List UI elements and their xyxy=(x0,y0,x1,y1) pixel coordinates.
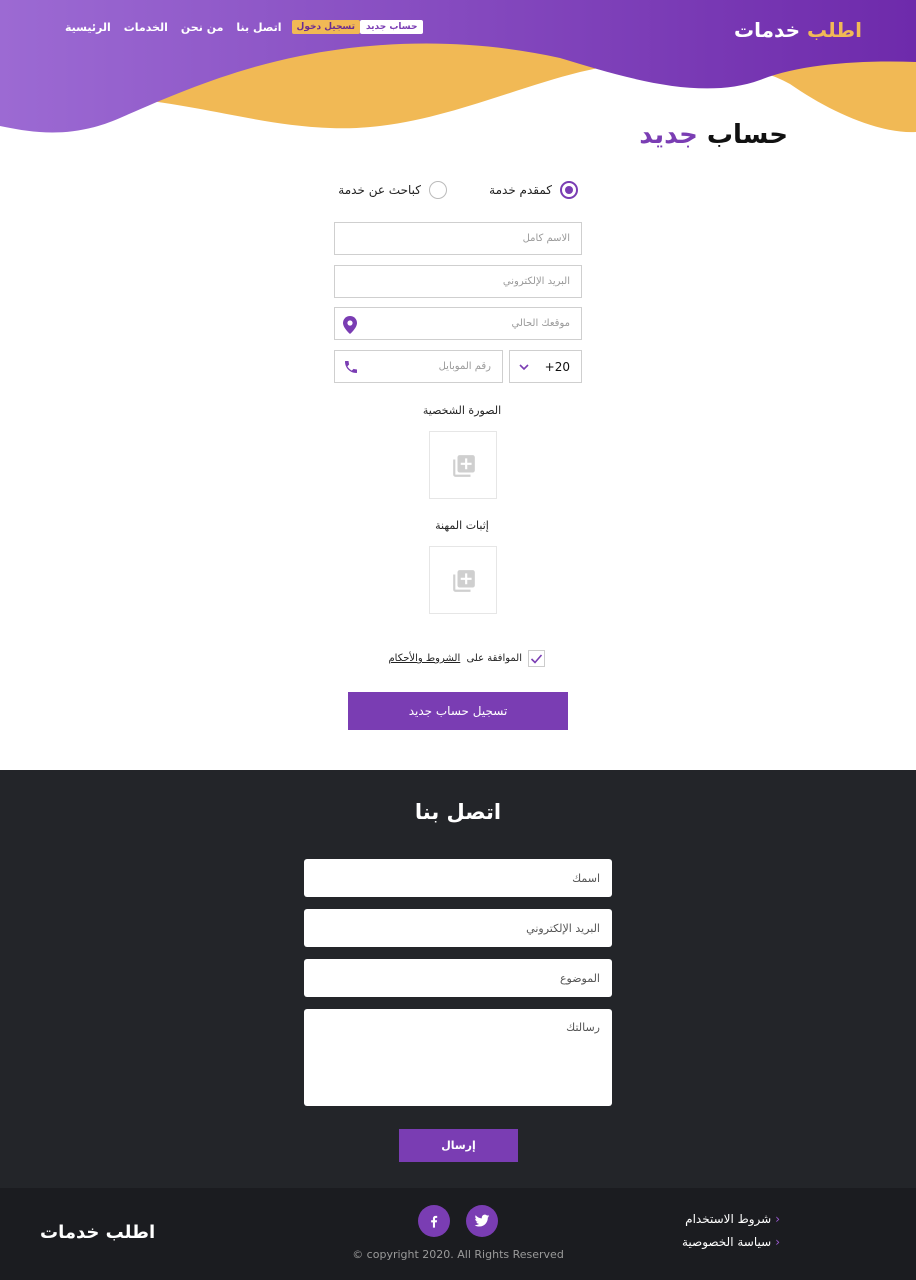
radio-service-provider[interactable]: كمقدم خدمة xyxy=(489,181,578,199)
radio-circle xyxy=(429,181,447,199)
radio-service-seeker[interactable]: كباحث عن خدمة xyxy=(338,181,447,199)
profile-photo-upload[interactable] xyxy=(429,431,497,499)
nav-home[interactable]: الرئيسية xyxy=(65,21,111,34)
profile-photo-label: الصورة الشخصية xyxy=(422,404,502,417)
contact-title: اتصل بنا xyxy=(414,800,502,824)
contact-message-textarea[interactable]: رسالتك xyxy=(304,1009,612,1106)
footer-link-terms-label: شروط الاستخدام xyxy=(685,1212,772,1226)
register-button[interactable]: حساب جديد xyxy=(359,20,424,34)
email-placeholder: البريد الإلكتروني xyxy=(502,276,570,287)
terms-link[interactable]: الشروط والأحكام xyxy=(388,653,460,664)
check-icon xyxy=(530,654,543,664)
brand-word-1: اطلب xyxy=(806,18,862,42)
full-name-placeholder: الاسم كامل xyxy=(522,233,570,244)
send-button[interactable]: إرسال xyxy=(399,1129,518,1162)
terms-agreement: الموافقة على الشروط والأحكام xyxy=(383,650,545,667)
add-photo-icon xyxy=(453,455,475,477)
footer: اطلب خدمات © copyright 2020. All Rights … xyxy=(0,1188,916,1280)
add-photo-icon xyxy=(453,570,475,592)
title-word-1: حساب xyxy=(706,120,788,150)
main-nav: الرئيسية الخدمات من نحن اتصل بنا تسجيل د… xyxy=(52,20,424,34)
chevron-left-icon: ‹ xyxy=(775,1235,780,1249)
register-submit-button[interactable]: تسجيل حساب جديد xyxy=(348,692,568,730)
contact-subject-input[interactable]: الموضوع xyxy=(304,959,612,997)
footer-link-terms[interactable]: ‹ شروط الاستخدام xyxy=(685,1212,780,1226)
contact-name-placeholder: اسمك xyxy=(572,871,600,885)
mobile-input[interactable]: رقم الموبايل xyxy=(334,350,503,383)
contact-subject-placeholder: الموضوع xyxy=(559,971,600,985)
title-word-2: جديد xyxy=(639,120,698,150)
radio-label-provider: كمقدم خدمة xyxy=(489,183,552,197)
footer-link-privacy-label: سياسة الخصوصية xyxy=(681,1235,772,1249)
footer-link-privacy[interactable]: ‹ سياسة الخصوصية xyxy=(682,1235,780,1249)
brand-logo[interactable]: اطلب خدمات xyxy=(734,18,862,42)
contact-message-placeholder: رسالتك xyxy=(566,1021,600,1034)
radio-label-seeker: كباحث عن خدمة xyxy=(338,183,421,197)
terms-prefix: الموافقة على xyxy=(466,653,522,664)
contact-email-placeholder: البريد الإلكتروني xyxy=(526,921,600,935)
email-input[interactable]: البريد الإلكتروني xyxy=(334,265,582,298)
twitter-button[interactable] xyxy=(466,1205,498,1237)
twitter-icon xyxy=(474,1214,490,1227)
profession-proof-label: إثبات المهنة xyxy=(435,519,489,532)
mobile-placeholder: رقم الموبايل xyxy=(438,361,491,372)
facebook-icon xyxy=(431,1215,438,1228)
copyright-text: © copyright 2020. All Rights Reserved xyxy=(352,1248,564,1261)
page-title: حساب جديد xyxy=(639,120,788,150)
terms-text: الموافقة على الشروط والأحكام xyxy=(388,653,522,664)
location-pin-icon[interactable] xyxy=(343,316,357,334)
chevron-down-icon xyxy=(519,364,529,371)
contact-name-input[interactable]: اسمك xyxy=(304,859,612,897)
terms-checkbox[interactable] xyxy=(528,650,545,667)
full-name-input[interactable]: الاسم كامل xyxy=(334,222,582,255)
nav-about[interactable]: من نحن xyxy=(181,21,224,34)
contact-section: اتصل بنا اسمك البريد الإلكتروني الموضوع … xyxy=(0,770,916,1188)
country-code-value: 20+ xyxy=(544,359,570,374)
footer-brand[interactable]: اطلب خدمات xyxy=(40,1222,155,1243)
facebook-button[interactable] xyxy=(418,1205,450,1237)
location-input[interactable]: موقعك الحالي xyxy=(334,307,582,340)
location-placeholder: موقعك الحالي xyxy=(511,318,570,329)
chevron-left-icon: ‹ xyxy=(775,1212,780,1226)
country-code-select[interactable]: 20+ xyxy=(509,350,582,383)
brand-word-2: خدمات xyxy=(734,18,800,42)
radio-circle-selected xyxy=(560,181,578,199)
nav-services[interactable]: الخدمات xyxy=(124,21,168,34)
phone-icon xyxy=(345,361,357,373)
nav-contact[interactable]: اتصل بنا xyxy=(236,21,281,34)
profession-proof-upload[interactable] xyxy=(429,546,497,614)
login-button[interactable]: تسجيل دخول xyxy=(291,20,360,34)
contact-email-input[interactable]: البريد الإلكتروني xyxy=(304,909,612,947)
